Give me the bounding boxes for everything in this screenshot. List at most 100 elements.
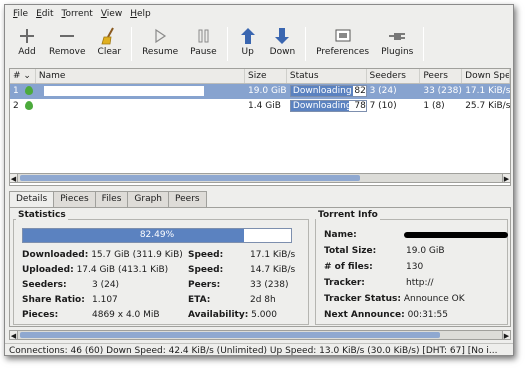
row-status: Downloading 82% (287, 84, 367, 99)
sort-chevron-icon: ⌄ (23, 71, 31, 81)
info-tracker-value: http:// (406, 278, 434, 288)
menu-bar: File Edit Torrent View Help (5, 5, 513, 23)
row-number: 1 (13, 86, 19, 96)
pause-icon (193, 27, 213, 45)
preferences-label: Preferences (316, 47, 370, 57)
add-label: Add (18, 47, 36, 57)
eta-value: 2d 8h (250, 295, 276, 305)
row-down-speed: 17.1 KiB/s (465, 86, 511, 96)
broom-icon (99, 27, 119, 45)
row-down-speed: 25.7 KiB/s (465, 101, 511, 111)
tab-details[interactable]: Details (9, 191, 55, 208)
row-seeders: 7 (10) (369, 101, 397, 111)
row-status: Downloading 78% (287, 99, 367, 114)
info-name-redacted (404, 230, 508, 240)
eta-stat: ETA: (188, 295, 211, 305)
info-next-announce-label: Next Announce: 00:31:55 (324, 310, 448, 320)
scroll-thumb[interactable] (20, 175, 360, 181)
peers-value: 33 (238) (250, 280, 289, 290)
scroll-right-icon[interactable]: ▶ (502, 330, 511, 340)
uploaded-stat: Uploaded: 17.4 GiB (413.1 KiB) (22, 265, 169, 275)
deluge-window: File Edit Torrent View Help Add Remove C… (4, 4, 514, 356)
share-ratio-stat: Share Ratio: (22, 295, 85, 305)
list-header: # ⌄ Name Size Status Seeders Peers Down … (10, 69, 510, 84)
info-tracker-status-label: Tracker Status: Announce OK (324, 294, 465, 304)
pieces-value: 4869 x 4.0 MiB (92, 310, 160, 320)
toolbar-separator (226, 27, 228, 61)
preferences-icon (333, 27, 353, 45)
play-icon (150, 27, 170, 45)
tab-peers[interactable]: Peers (168, 191, 207, 207)
column-name-header[interactable]: Name (36, 69, 246, 83)
torrent-info-title: Torrent Info (316, 210, 380, 220)
scroll-left-icon[interactable]: ◀ (9, 330, 18, 340)
info-files-label: # of files: (324, 262, 373, 272)
scroll-thumb[interactable] (20, 332, 440, 338)
menu-file[interactable]: File (9, 9, 32, 19)
menu-edit[interactable]: Edit (32, 9, 57, 19)
info-name-label: Name: (324, 230, 357, 240)
info-files-value: 130 (406, 262, 424, 272)
tab-graph[interactable]: Graph (127, 191, 170, 207)
menu-view[interactable]: View (97, 9, 126, 19)
pieces-stat: Pieces: (22, 310, 59, 320)
status-bar: Connections: 46 (60) Down Speed: 42.4 Ki… (5, 343, 513, 355)
preferences-button[interactable]: Preferences (310, 25, 375, 57)
downloaded-stat: Downloaded: 15.7 GiB (311.9 KiB) (22, 250, 183, 260)
menu-torrent[interactable]: Torrent (58, 9, 97, 19)
table-row[interactable]: 2 1.4 GiB Downloading 78% 7 (10) 1 (8) 2… (10, 99, 510, 114)
resume-label: Resume (142, 47, 179, 57)
column-number-header[interactable]: # ⌄ (10, 69, 36, 83)
row-peers: 1 (8) (423, 101, 445, 111)
pause-label: Pause (190, 47, 217, 57)
row-name (22, 84, 245, 99)
toolbar: Add Remove Clear Resume Pause Up Down Pr… (5, 25, 513, 65)
tab-files[interactable]: Files (94, 191, 129, 207)
tab-pieces[interactable]: Pieces (53, 191, 96, 207)
column-status-header[interactable]: Status (287, 69, 367, 83)
download-speed-stat: Speed: (188, 250, 224, 260)
up-button[interactable]: Up (232, 25, 264, 57)
clear-button[interactable]: Clear (92, 25, 128, 57)
table-row[interactable]: 1 19.0 GiB Downloading 82% 3 (24) 33 (23… (10, 84, 510, 99)
column-size-header[interactable]: Size (245, 69, 287, 83)
column-seeders-header[interactable]: Seeders (367, 69, 421, 83)
up-label: Up (241, 47, 254, 57)
download-speed-value: 17.1 KiB/s (250, 250, 296, 260)
info-tracker-label: Tracker: (324, 278, 365, 288)
toolbar-separator (131, 27, 133, 61)
plugins-label: Plugins (381, 47, 414, 57)
row-peers: 33 (238) (423, 86, 462, 96)
add-button[interactable]: Add (11, 25, 43, 57)
downloading-icon (24, 86, 33, 95)
peers-stat: Peers: (188, 280, 221, 290)
resume-button[interactable]: Resume (136, 25, 184, 57)
details-tabs: Details Pieces Files Graph Peers (9, 191, 207, 208)
overall-progress-text: 82.49% (139, 230, 175, 240)
row-name (22, 99, 245, 114)
row-progress-bar: Downloading 78% (289, 100, 367, 112)
plug-icon (387, 27, 407, 45)
pause-button[interactable]: Pause (184, 25, 222, 57)
details-horizontal-scrollbar[interactable]: ◀ ▶ (9, 330, 511, 340)
seeders-stat: Seeders: (22, 280, 67, 290)
clear-label: Clear (97, 47, 122, 57)
menu-help[interactable]: Help (126, 9, 155, 19)
scroll-right-icon[interactable]: ▶ (502, 173, 511, 183)
column-down-speed-header[interactable]: Down Spe (462, 69, 510, 83)
remove-label: Remove (49, 47, 86, 57)
plugins-button[interactable]: Plugins (375, 25, 419, 57)
remove-button[interactable]: Remove (43, 25, 92, 57)
seeders-value: 3 (24) (92, 280, 120, 290)
list-horizontal-scrollbar[interactable]: ◀ ▶ (9, 173, 511, 183)
scroll-left-icon[interactable]: ◀ (9, 173, 18, 183)
plus-icon (17, 27, 37, 45)
row-progress-bar: Downloading 82% (289, 85, 367, 97)
down-label: Down (269, 47, 296, 57)
statistics-title: Statistics (16, 210, 68, 220)
column-peers-header[interactable]: Peers (420, 69, 463, 83)
upload-speed-stat: Speed: (188, 265, 224, 275)
name-redacted (43, 85, 204, 96)
down-button[interactable]: Down (264, 25, 302, 57)
info-total-size-label: Total Size: (324, 246, 377, 256)
